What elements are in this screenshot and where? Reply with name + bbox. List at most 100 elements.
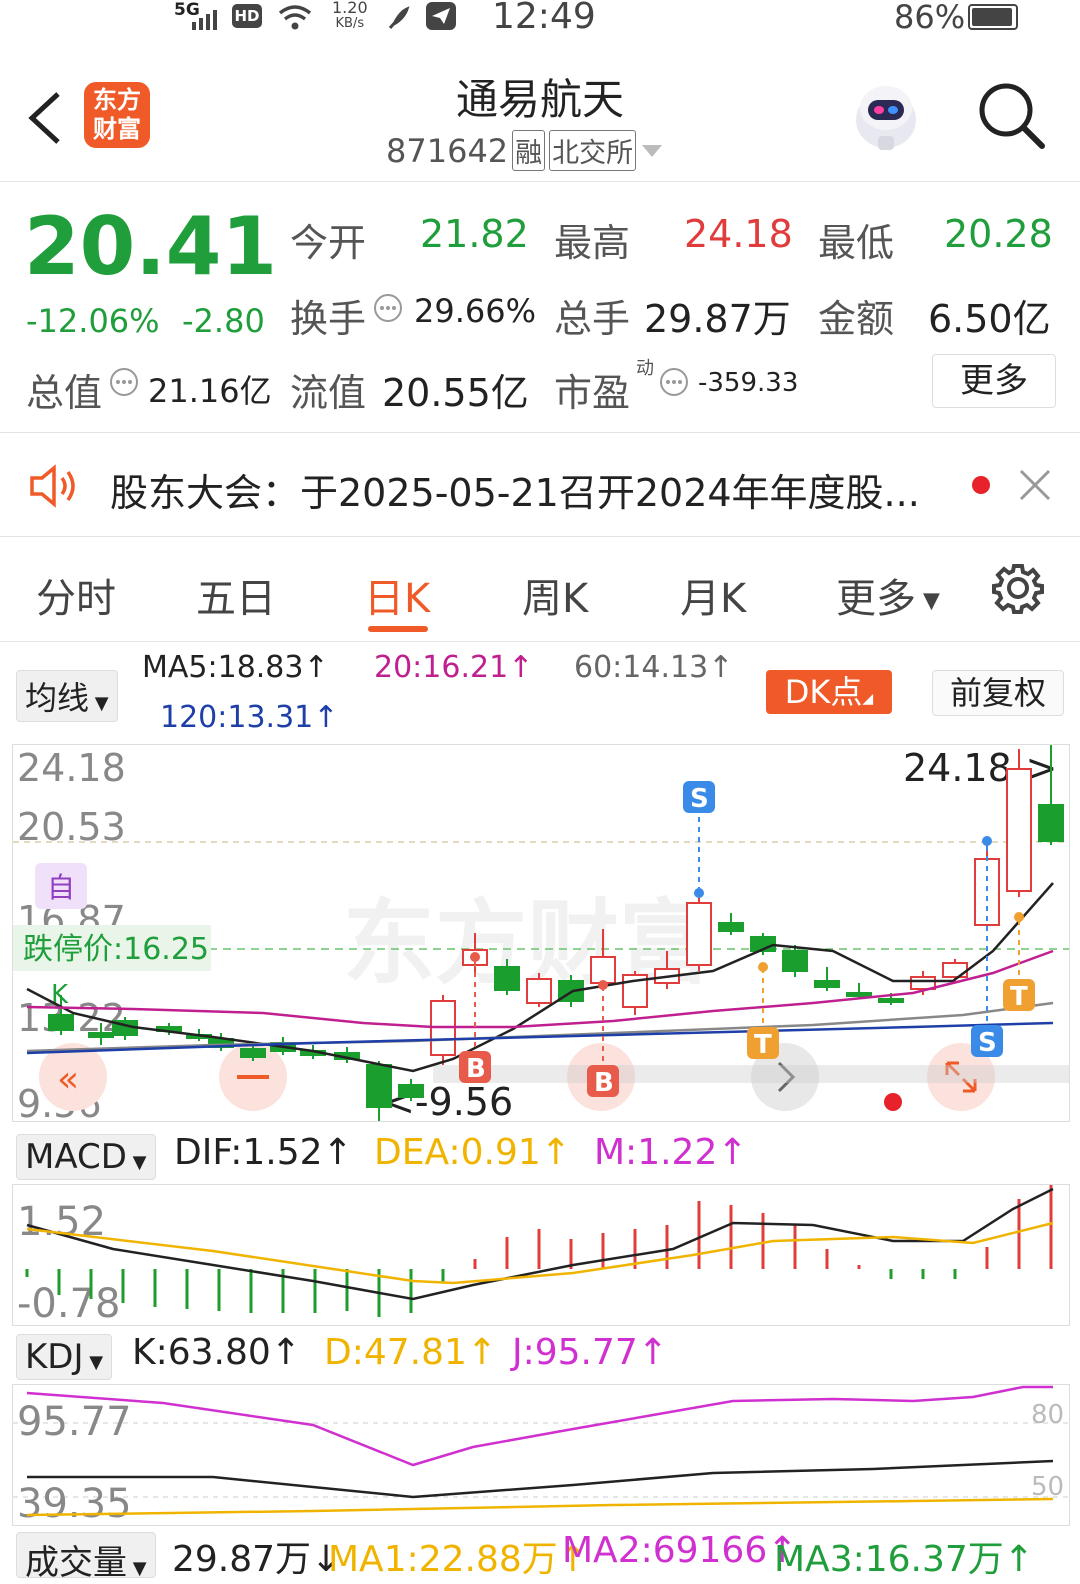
volume-selector[interactable]: 成交量 ▼ [16, 1532, 156, 1583]
caret-down-icon: ▼ [89, 693, 109, 714]
tab-monthly-k[interactable]: 月K [680, 566, 746, 624]
hd-icon: HD [232, 4, 262, 28]
caret-down-icon: ▼ [83, 1352, 104, 1373]
mktcap-label: 总值 [26, 371, 103, 415]
candle-body [782, 950, 808, 972]
indicator-selector[interactable]: 均线 ▼ [16, 670, 118, 722]
gear-icon[interactable] [992, 562, 1044, 614]
self-tag-label: 自 [47, 871, 75, 904]
vol-ma2: MA2:69166↑ [562, 1530, 798, 1571]
kdj-axis-top: 95.77 [17, 1399, 132, 1445]
signal-point [694, 888, 704, 898]
net-speed-unit: KB/s [335, 16, 365, 31]
macd-chart[interactable]: 1.52 -0.78 [12, 1184, 1070, 1326]
kdj-layer [26, 1385, 1054, 1517]
candle-body [942, 962, 968, 978]
mktcap-value: 21.16亿 [148, 372, 272, 410]
tab-daily-k[interactable]: 日K [364, 566, 430, 624]
exchange-tag: 北交所 [549, 130, 637, 171]
vol-ma1: MA1:22.88万↑ [328, 1539, 588, 1580]
tab-five-day[interactable]: 五日 [196, 566, 276, 624]
signal-point [758, 962, 768, 972]
limit-down-label: 跌停价:16.25 [23, 932, 209, 967]
k-line [27, 1459, 1054, 1499]
turnover-label: 换手 [290, 297, 367, 341]
kdj-selector[interactable]: KDJ ▼ [16, 1334, 113, 1380]
tab-intraday[interactable]: 分时 [36, 566, 116, 624]
speaker-icon [30, 464, 75, 508]
high-value: 24.18 [684, 212, 793, 256]
last-price: 20.41 [24, 200, 278, 293]
info-icon[interactable] [108, 366, 140, 398]
more-quote-button[interactable]: 更多 [932, 354, 1056, 408]
change-amount: -2.80 [182, 302, 265, 340]
dk-point-button[interactable]: DK点◢ [766, 670, 892, 714]
chevron-down-icon[interactable] [640, 143, 664, 159]
telegram-icon [426, 2, 456, 30]
net-speed-value: 1.20 [332, 0, 368, 17]
caret-down-icon: ▼ [916, 588, 940, 614]
open-value: 21.82 [420, 212, 529, 256]
adjust-button[interactable]: 前复权 [932, 670, 1064, 716]
clock: 12:49 [492, 0, 596, 37]
amount-value: 6.50亿 [928, 297, 1051, 341]
signal-s-label: S [978, 1028, 997, 1058]
d-value: D:47.81↑ [324, 1332, 498, 1373]
tab-weekly-k[interactable]: 周K [522, 566, 588, 624]
robot-assistant-icon[interactable] [846, 76, 926, 156]
high-marker: 24.18-> [903, 746, 1057, 790]
ma60-value: 60:14.13↑ [574, 650, 734, 685]
pe-label: 市盈 [554, 371, 631, 415]
d-line [26, 1497, 1054, 1517]
caret-down-icon: ▼ [126, 1152, 147, 1173]
tab-more[interactable]: 更多 ▼ [836, 566, 940, 624]
dif-value: DIF:1.52↑ [174, 1132, 353, 1173]
high-label: 最高 [554, 221, 631, 265]
margin-tag: 融 [512, 130, 546, 171]
pe-dynamic-sup: 动 [636, 358, 654, 379]
candle-body [88, 1032, 114, 1038]
signal-s-label: S [690, 784, 709, 814]
signal-point [1014, 912, 1024, 922]
caret-down-icon: ▼ [127, 1558, 147, 1579]
wifi-icon [278, 5, 312, 30]
candle-body [878, 998, 904, 1003]
macd-layer [25, 1185, 1054, 1317]
search-icon[interactable] [976, 80, 1048, 152]
candle-body [590, 956, 616, 984]
stock-code: 871642 [386, 131, 509, 170]
candle-body [1038, 804, 1064, 842]
macd-selector[interactable]: MACD ▼ [16, 1134, 156, 1180]
info-icon[interactable] [658, 366, 690, 398]
kdj-ref80-label: 80 [1031, 1400, 1064, 1430]
kdj-axis-bottom: 39.35 [17, 1481, 132, 1525]
j-line [26, 1385, 1053, 1467]
close-icon[interactable] [1018, 468, 1052, 502]
signal-t-label: T [754, 1030, 772, 1060]
kline-chart[interactable]: 东方财富 24.18 20.53 16.87 13.22 9.56 跌停价:16… [12, 744, 1070, 1122]
red-dot-indicator [884, 1093, 902, 1111]
signal-point [598, 980, 608, 990]
amount-label: 金额 [818, 297, 895, 341]
tab-active-indicator [368, 626, 428, 632]
k-value: K:63.80↑ [132, 1332, 301, 1373]
signal-icon [192, 10, 217, 30]
vol-ma3: MA3:16.37万↑ [774, 1539, 1034, 1580]
candle-body [526, 978, 552, 1004]
range-scrollbar[interactable] [433, 1065, 1069, 1083]
candle-body [240, 1048, 266, 1058]
candle-body [48, 1014, 74, 1031]
kdj-chart[interactable]: 95.77 39.35 80 50 [12, 1384, 1070, 1526]
pe-value: -359.33 [698, 368, 799, 398]
feather-icon [388, 6, 410, 29]
notice-text[interactable]: 股东大会：于2025-05-21召开2024年年度股... [110, 462, 920, 517]
candle-body [366, 1064, 392, 1108]
ma20-value: 20:16.21↑ [374, 650, 534, 685]
candle-body [686, 902, 712, 966]
candle-body [398, 1084, 424, 1098]
info-icon[interactable] [372, 292, 404, 324]
kdj-ref50-label: 50 [1031, 1472, 1064, 1502]
dea-value: DEA:0.91↑ [374, 1132, 571, 1173]
volume-value: 29.87万 [644, 297, 791, 341]
candle-body [494, 966, 520, 991]
